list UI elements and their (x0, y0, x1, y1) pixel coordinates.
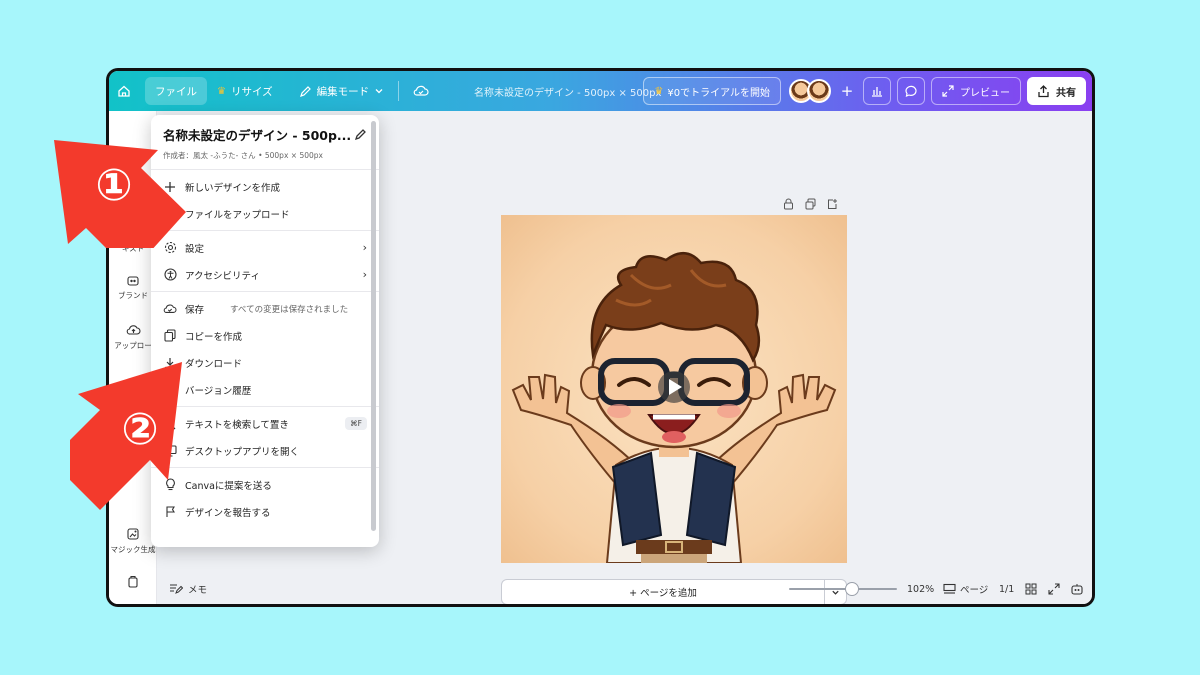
sidebar-item-label: マジック生成 (110, 545, 156, 554)
sidebar-item-label: ブランド (118, 291, 148, 300)
bar-chart-icon (872, 87, 882, 97)
plus-icon: + (840, 82, 854, 100)
magic-generate-icon (127, 528, 139, 540)
annotation-label-2: ② (121, 404, 158, 455)
share-button[interactable]: 共有 (1027, 77, 1086, 105)
insights-button[interactable] (863, 77, 891, 105)
edit-mode-button[interactable]: 編集モード (289, 77, 395, 105)
chevron-down-icon (375, 89, 383, 94)
annotation-label-1: ① (95, 160, 132, 211)
save-status-text: すべての変更は保存されました (230, 304, 349, 315)
toolbar-divider (398, 81, 400, 101)
file-menu-button[interactable]: ファイル (145, 77, 207, 105)
sidebar-item-label: アップロー (114, 341, 152, 350)
shortcut-badge: ⌘F (345, 417, 367, 430)
page-tools (783, 198, 838, 210)
notes-icon (170, 584, 183, 594)
menu-item-label: コピーを作成 (185, 331, 243, 343)
share-upload-icon (1038, 84, 1049, 97)
start-trial-button[interactable]: ♛ ¥0でトライアルを開始 (643, 77, 781, 105)
apps-icon (128, 575, 138, 588)
resize-button[interactable]: ♛ リサイズ (207, 77, 283, 105)
sidebar-item-magic-generate[interactable]: マジック生成 (109, 527, 157, 555)
file-menu-label: ファイル (155, 85, 197, 98)
collaborator-avatars[interactable] (789, 79, 831, 103)
menu-scrollbar[interactable] (371, 121, 376, 531)
menu-item-save[interactable]: 保存 すべての変更は保存されました (151, 295, 379, 322)
menu-item-label: アクセシビリティ (185, 270, 260, 282)
start-trial-label: ¥0でトライアルを開始 (667, 87, 770, 99)
assistant-icon[interactable] (1070, 583, 1084, 596)
add-page-icon[interactable] (827, 198, 838, 210)
cartoon-character-illustration (511, 252, 837, 563)
menu-item-make-copy[interactable]: コピーを作成 (151, 322, 379, 349)
pages-button[interactable]: ページ (943, 582, 988, 596)
lock-icon[interactable] (783, 198, 794, 210)
page-count: 1/1 (999, 583, 1015, 595)
document-title[interactable]: 名称未設定のデザイン - 500px × 500px (474, 71, 661, 111)
grid-view-icon[interactable] (1025, 583, 1037, 595)
notes-label: メモ (188, 585, 208, 596)
brand-icon (127, 276, 139, 286)
menu-item-accessibility[interactable]: アクセシビリティ › (151, 261, 379, 288)
design-artwork[interactable] (501, 215, 847, 563)
upload-cloud-icon (126, 325, 140, 335)
pages-icon (943, 583, 956, 594)
home-icon (118, 85, 130, 97)
expand-icon (942, 85, 954, 97)
cloud-check-icon (413, 85, 429, 96)
preview-button[interactable]: プレビュー (931, 77, 1021, 105)
top-toolbar: ファイル ♛ リサイズ 編集モード 名称未設定のデザイン - 500px × 5… (109, 71, 1092, 111)
chevron-right-icon: › (362, 241, 367, 254)
resize-label: リサイズ (230, 85, 273, 98)
zoom-slider-handle[interactable] (845, 582, 859, 596)
toolbar-right-group: ♛ ¥0でトライアルを開始 + プレビュー 共有 (643, 77, 1086, 105)
canva-editor-window: ファイル ♛ リサイズ 編集モード 名称未設定のデザイン - 500px × 5… (109, 71, 1092, 604)
notes-button[interactable]: メモ (169, 582, 207, 596)
fullscreen-icon[interactable] (1048, 583, 1060, 595)
edit-mode-label: 編集モード (316, 85, 370, 98)
annotation-arrow-2: ② (70, 362, 182, 510)
zoom-level[interactable]: 102% (907, 584, 934, 595)
avatar (807, 79, 831, 103)
crown-icon: ♛ (654, 85, 664, 97)
annotation-arrow-1: ① (54, 140, 186, 248)
cloud-check-icon (163, 302, 177, 316)
crown-icon: ♛ (217, 85, 226, 97)
pages-label: ページ (960, 585, 989, 596)
preview-label: プレビュー (960, 87, 1010, 99)
share-label: 共有 (1056, 87, 1076, 99)
menu-item-label: 保存 (185, 304, 205, 316)
accessibility-icon (163, 268, 177, 282)
add-collaborator-button[interactable]: + (837, 77, 857, 105)
zoom-slider[interactable] (789, 582, 897, 596)
pencil-icon (299, 85, 311, 97)
copy-icon (163, 329, 177, 343)
home-button[interactable] (109, 77, 139, 105)
comments-button[interactable] (897, 77, 925, 105)
chevron-right-icon: › (362, 268, 367, 281)
sidebar-item-uploads[interactable]: アップロー (109, 323, 157, 351)
save-status-button[interactable] (403, 77, 439, 105)
comment-icon (905, 85, 917, 97)
duplicate-page-icon[interactable] (805, 198, 816, 210)
sidebar-item-brand[interactable]: ブランド (109, 273, 157, 301)
sidebar-item-apps[interactable] (109, 575, 157, 589)
bottom-toolbar: メモ 102% ページ 1/1 (157, 574, 1092, 604)
device-frame: ファイル ♛ リサイズ 編集モード 名称未設定のデザイン - 500px × 5… (106, 68, 1095, 607)
pencil-icon[interactable] (354, 128, 367, 141)
